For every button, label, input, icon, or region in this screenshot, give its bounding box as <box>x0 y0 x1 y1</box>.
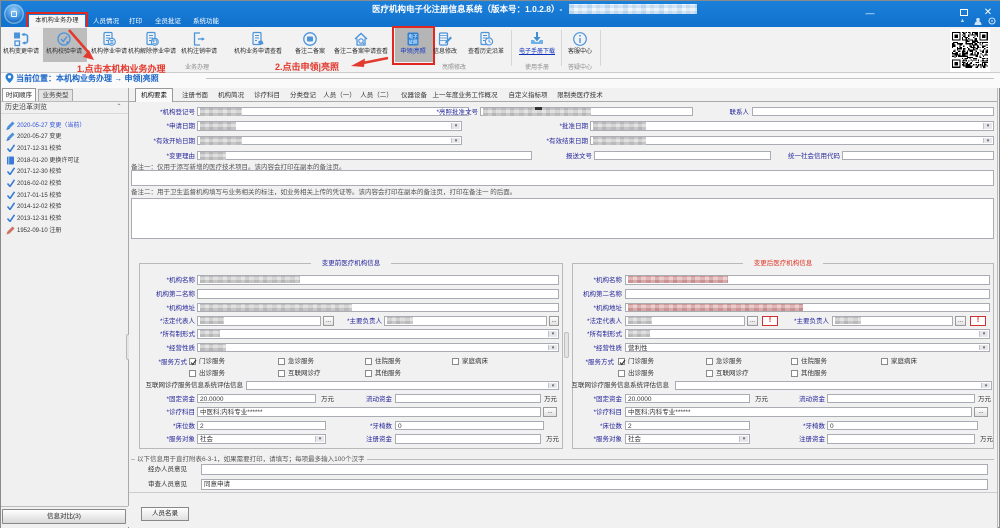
svg-text:证照: 证照 <box>409 39 418 46</box>
